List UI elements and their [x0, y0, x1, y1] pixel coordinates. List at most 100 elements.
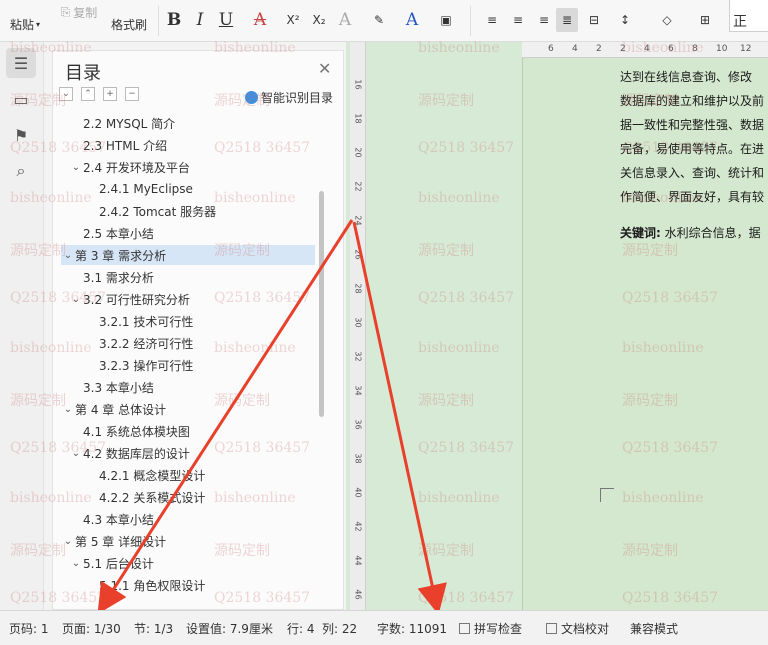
expand-icon[interactable]: ⌃: [81, 87, 95, 101]
toc-item[interactable]: 2.4.2 Tomcat 服务器: [61, 201, 315, 221]
toc-item[interactable]: ⌄ 3.2 可行性研究分析: [61, 289, 315, 309]
ruler-tick: 34: [353, 385, 363, 396]
chevron-down-icon[interactable]: ⌄: [69, 448, 83, 459]
toc-item-label: 2.5 本章小结: [83, 226, 154, 241]
status-page[interactable]: 页面: 1/30: [62, 620, 121, 637]
toc-item[interactable]: ⌄ 第 4 章 总体设计: [61, 399, 315, 419]
vertical-ruler: 16 18 20 22 24 26 28 30 32 34 36 38 40 42 44 46: [350, 42, 366, 610]
chevron-down-icon[interactable]: ⌄: [61, 536, 75, 547]
toc-item[interactable]: 2.3 HTML 介绍: [61, 135, 315, 155]
distribute-icon[interactable]: ⊟: [584, 4, 604, 36]
collapse-all-icon[interactable]: ⌄: [59, 87, 73, 101]
close-icon[interactable]: ✕: [318, 59, 331, 78]
toc-scrollbar[interactable]: [319, 191, 324, 417]
keywords-text: 水利综合信息，据: [664, 226, 761, 240]
align-center-icon[interactable]: ≡: [508, 4, 528, 36]
ruler-tick: 10: [716, 44, 728, 54]
search-icon[interactable]: ⌕: [6, 156, 36, 186]
line-spacing-icon[interactable]: ↕: [614, 4, 636, 36]
toc-item[interactable]: 2.2 MYSQL 简介: [61, 113, 315, 133]
ruler-tick: 28: [353, 283, 363, 294]
folder-icon[interactable]: ▭: [6, 84, 36, 114]
char-border-icon[interactable]: ▣: [436, 4, 456, 36]
shading-icon[interactable]: ◇: [656, 4, 678, 36]
status-bar: 页码: 1 页面: 1/30 节: 1/3 设置值: 7.9厘米 行: 4 列:…: [0, 610, 768, 645]
font-color-button[interactable]: A: [402, 4, 422, 36]
chevron-down-icon[interactable]: ⌄: [69, 558, 83, 569]
paste-label: 粘贴: [9, 17, 34, 32]
chevron-down-icon[interactable]: ⌄: [61, 404, 75, 415]
toc-item-label: 第 5 章 详细设计: [75, 534, 167, 549]
toc-item[interactable]: 3.2.2 经济可行性: [61, 333, 315, 353]
toc-item-label: 第 3 章 需求分析: [75, 248, 167, 263]
doc-proofread-button[interactable]: 文档校对: [546, 620, 609, 637]
toc-item[interactable]: 3.1 需求分析: [61, 267, 315, 287]
toc-item[interactable]: ⌄ 4.2 数据库层的设计: [61, 443, 315, 463]
toc-item[interactable]: 3.3 本章小结: [61, 377, 315, 397]
toc-item[interactable]: 4.3 本章小结: [61, 509, 315, 529]
italic-button[interactable]: I: [190, 4, 210, 36]
toc-item[interactable]: 2.4.1 MyEclipse: [61, 179, 315, 199]
align-right-icon[interactable]: ≡: [534, 4, 554, 36]
ruler-tick: 8: [692, 44, 698, 54]
toc-item[interactable]: 4.2.1 概念模型设计: [61, 465, 315, 485]
text-effect-button[interactable]: A: [336, 4, 354, 36]
bookmark-icon[interactable]: ⚑: [6, 120, 36, 150]
add-item-icon[interactable]: +: [103, 87, 117, 101]
toc-item[interactable]: ⌄ 第 3 章 需求分析: [61, 245, 315, 265]
smart-toc-icon: [245, 91, 258, 104]
toc-item[interactable]: ⌄ 第 5 章 详细设计: [61, 531, 315, 551]
spell-check-button[interactable]: 拼写检查: [459, 620, 522, 637]
toc-title: 目录: [65, 63, 101, 84]
chevron-down-icon[interactable]: ⌄: [69, 294, 83, 305]
style-preview-label: 正: [733, 14, 747, 30]
copy-button[interactable]: ⎘ 复制: [56, 2, 102, 22]
toc-item-label: 2.3 HTML 介绍: [83, 138, 168, 153]
ruler-tick: 22: [353, 181, 363, 192]
toc-item-label: 4.2.1 概念模型设计: [99, 468, 206, 483]
toc-item[interactable]: 5.1.1 角色权限设计: [61, 575, 315, 595]
justify-icon[interactable]: ≣: [556, 8, 578, 32]
status-section: 节: 1/3: [134, 622, 174, 636]
copy-icon: ⎘: [60, 4, 71, 19]
keywords-label: 关键词:: [620, 226, 661, 240]
document-area: 16 18 20 22 24 26 28 30 32 34 36 38 40 42 44 46 6422468…: [346, 42, 768, 610]
chevron-down-icon[interactable]: ⌄: [69, 162, 83, 173]
align-left-icon[interactable]: ≡: [482, 4, 502, 36]
paragraph-corner-mark: [600, 488, 614, 502]
toc-item[interactable]: 3.2.1 技术可行性: [61, 311, 315, 331]
toc-item-label: 3.1 需求分析: [83, 270, 154, 285]
toc-item[interactable]: 3.2.3 操作可行性: [61, 355, 315, 375]
highlight-icon[interactable]: ✎: [368, 4, 390, 36]
format-painter-button[interactable]: 格式刷: [108, 8, 150, 40]
status-column: 列: 22: [322, 622, 358, 636]
superscript-button[interactable]: X²: [282, 4, 304, 36]
status-setting: 设置值: 7.9厘米: [186, 622, 273, 636]
ruler-tick: 12: [740, 44, 752, 54]
status-word-count[interactable]: 字数: 11091: [377, 620, 447, 637]
underline-button[interactable]: U: [216, 4, 236, 36]
borders-icon[interactable]: ⊞: [694, 4, 716, 36]
paste-button[interactable]: 粘贴 ▾: [4, 8, 46, 40]
toc-item[interactable]: 4.1 系统总体模块图: [61, 421, 315, 441]
toc-item-label: 3.2 可行性研究分析: [83, 292, 190, 307]
toc-item[interactable]: ⌄ 2.4 开发环境及平台: [61, 157, 315, 177]
bold-button[interactable]: B: [164, 4, 184, 36]
style-preview[interactable]: 正: [729, 0, 768, 32]
toc-list: 2.2 MYSQL 简介 2.3 HTML 介绍 ⌄ 2.4 开发环境及平台 2.4.1…: [53, 113, 343, 609]
chevron-down-icon[interactable]: ⌄: [61, 250, 75, 261]
toc-item[interactable]: ⌄ 5.1 后台设计: [61, 553, 315, 573]
document-line: 达到在线信息查询、修改: [620, 70, 753, 84]
compat-mode-label: 兼容模式: [630, 622, 679, 636]
remove-item-icon[interactable]: −: [125, 87, 139, 101]
toc-icon[interactable]: ☰: [6, 48, 36, 78]
toc-panel: 目录 ✕ ⌄ ⌃ + − 智能识别目录 2.2 MYSQL 简介 2.3 HTML…: [52, 50, 344, 610]
toc-item[interactable]: 2.5 本章小结: [61, 223, 315, 243]
ruler-tick: 2: [620, 44, 626, 54]
toc-item[interactable]: 4.2.2 关系模式设计: [61, 487, 315, 507]
ruler-tick: 44: [353, 555, 363, 566]
subscript-button[interactable]: X₂: [308, 4, 330, 36]
smart-toc-button[interactable]: 智能识别目录: [245, 89, 333, 106]
strikethrough-button[interactable]: A: [250, 4, 270, 36]
ruler-tick: 40: [353, 487, 363, 498]
